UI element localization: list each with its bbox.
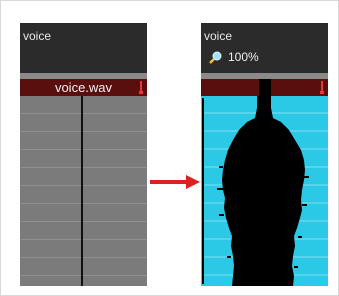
clip-name: voice.wav <box>54 80 113 95</box>
end-marker-icon <box>320 81 324 94</box>
cell-line <box>20 113 147 114</box>
illustration-frame: voice voice.wav voice 100% <box>0 0 339 296</box>
cell-line <box>20 185 147 186</box>
cell-line <box>20 221 147 222</box>
waveform-top <box>259 79 271 96</box>
end-marker-icon <box>139 81 143 94</box>
timeline-panel-before: voice voice.wav <box>20 23 147 286</box>
cell-line <box>20 149 147 150</box>
cell-line <box>20 275 147 276</box>
cell-line <box>20 203 147 204</box>
cell-line <box>20 131 147 132</box>
timeline-panel-after: voice 100% <box>201 23 328 286</box>
sound-clip-bar[interactable] <box>201 79 328 96</box>
track-divider <box>81 96 83 286</box>
layer-name: voice <box>23 29 52 43</box>
cell-line <box>20 257 147 258</box>
magnifier-icon <box>209 51 222 64</box>
zoom-level: 100% <box>228 50 259 64</box>
zoom-control[interactable]: 100% <box>209 50 259 64</box>
audio-waveform <box>201 96 328 286</box>
waveform-track[interactable] <box>201 96 328 286</box>
sound-clip-bar[interactable]: voice.wav <box>20 79 147 96</box>
arrow-right-icon <box>150 175 200 189</box>
layer-name: voice <box>204 29 233 43</box>
cell-line <box>20 239 147 240</box>
layer-header[interactable]: voice 100% <box>201 23 328 73</box>
cell-line <box>20 167 147 168</box>
layer-header[interactable]: voice <box>20 23 147 73</box>
sound-track-cells[interactable] <box>20 96 147 286</box>
